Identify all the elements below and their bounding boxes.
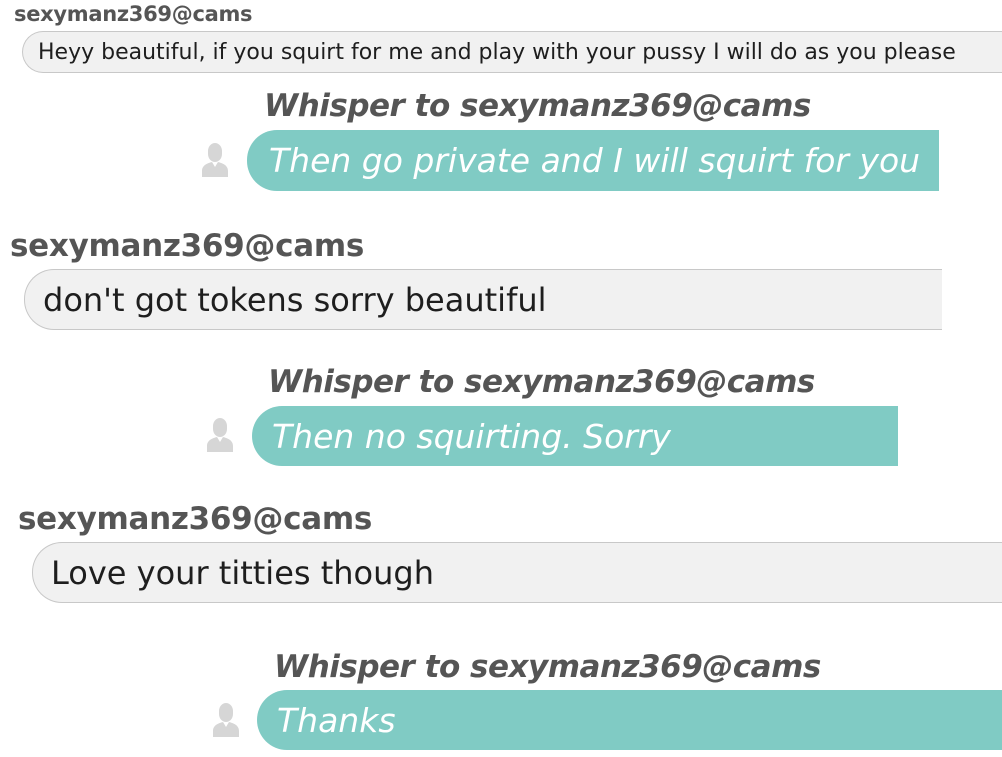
whisper-text: Thanks (277, 700, 396, 740)
sender-name[interactable]: sexymanz369@cams (14, 2, 253, 26)
message-text: Heyy beautiful, if you squirt for me and… (38, 39, 956, 65)
whisper-bubble: Thanks (257, 690, 1002, 750)
whisper-text: Then go private and I will squirt for yo… (269, 141, 921, 180)
whisper-bubble: Then no squirting. Sorry (252, 406, 898, 466)
sender-name[interactable]: sexymanz369@cams (18, 501, 372, 537)
whisper-title: Whisper to sexymanz369@cams (264, 88, 811, 124)
message-bubble: Love your titties though (32, 542, 1002, 603)
message-bubble: don't got tokens sorry beautiful (24, 269, 942, 330)
whisper-title: Whisper to sexymanz369@cams (274, 649, 821, 685)
whisper-title: Whisper to sexymanz369@cams (268, 364, 815, 400)
user-silhouette-icon (213, 703, 239, 737)
sender-name[interactable]: sexymanz369@cams (10, 228, 364, 264)
message-text: don't got tokens sorry beautiful (43, 280, 547, 319)
user-silhouette-icon (202, 143, 228, 177)
user-silhouette-icon (207, 418, 233, 452)
message-text: Love your titties though (51, 553, 434, 592)
whisper-text: Then no squirting. Sorry (272, 416, 671, 456)
message-bubble: Heyy beautiful, if you squirt for me and… (22, 31, 1002, 73)
whisper-bubble: Then go private and I will squirt for yo… (247, 130, 939, 191)
